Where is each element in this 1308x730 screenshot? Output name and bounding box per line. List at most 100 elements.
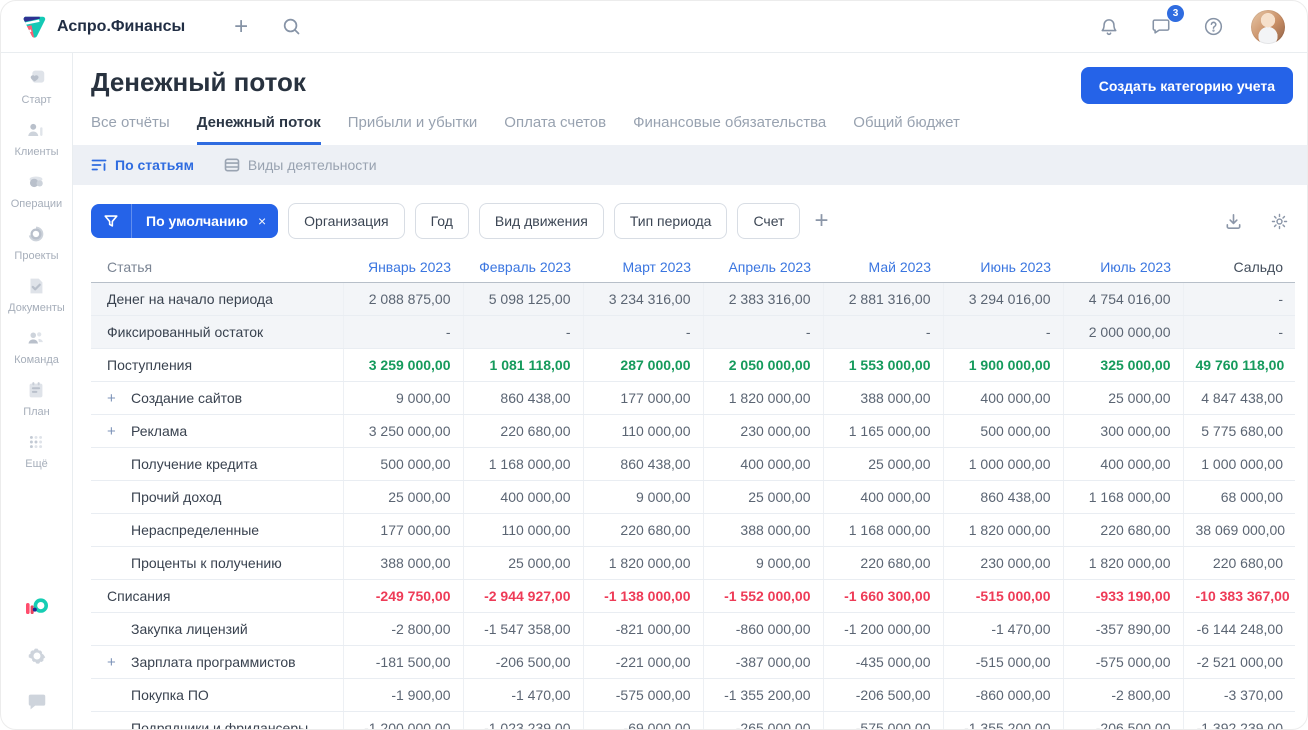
sidebar-item-label: Операции	[10, 198, 63, 210]
row-label-cell: + Зарплата программистов	[91, 645, 343, 679]
column-header-month[interactable]: Январь 2023	[343, 251, 463, 283]
value-cell: -1 470,00	[462, 678, 583, 712]
column-header-month[interactable]: Апрель 2023	[703, 251, 823, 283]
operations-icon	[25, 171, 47, 193]
app-window: Аспро.Финансы + 3 Старт Клиенты Операции…	[0, 0, 1308, 730]
value-cell: -435 000,00	[822, 645, 943, 679]
value-cell: -2 800,00	[342, 612, 463, 646]
tab-cash-flow[interactable]: Денежный поток	[196, 114, 321, 145]
row-label: Фиксированный остаток	[107, 324, 264, 340]
help-icon[interactable]	[1199, 13, 1227, 41]
row-label-cell: Списания	[91, 579, 343, 613]
tab-all-reports[interactable]: Все отчёты	[91, 114, 170, 145]
table-row: Нераспределенные 177 000,00 110 000,00 220 …	[91, 513, 1295, 547]
aspro-footer-logo-icon[interactable]	[24, 595, 50, 621]
filter-chip-organization[interactable]: Организация	[288, 203, 405, 239]
tab-budget[interactable]: Общий бюджет	[853, 114, 960, 145]
value-cell: -821 000,00	[582, 612, 703, 646]
settings-gear-icon[interactable]	[26, 645, 48, 667]
funnel-icon	[91, 204, 132, 238]
row-label-cell: Получение кредита	[91, 447, 343, 481]
value-cell: -1 200 000,00	[342, 711, 463, 729]
row-label-cell: Денег на начало периода	[91, 282, 343, 316]
subtab-label: По статьям	[115, 157, 194, 173]
row-label-cell: + Создание сайтов	[91, 381, 343, 415]
report-tabs: Все отчёты Денежный поток Прибыли и убытки…	[73, 104, 1307, 145]
value-cell: -2 944 927,00	[462, 579, 583, 613]
documents-icon	[25, 275, 47, 297]
row-label-cell: Фиксированный остаток	[91, 315, 343, 349]
sidebar-item-label: Старт	[21, 94, 52, 106]
brand[interactable]: Аспро.Финансы	[21, 14, 185, 40]
value-cell: -	[1182, 282, 1295, 316]
sidebar-item-plan[interactable]: План	[8, 379, 65, 418]
sidebar-item-projects[interactable]: Проекты	[8, 223, 65, 262]
row-label: Подрядчики и фрилансеры	[131, 720, 309, 730]
expand-plus-icon[interactable]: +	[107, 654, 131, 671]
value-cell: 1 000 000,00	[942, 447, 1063, 481]
brand-name: Аспро.Финансы	[57, 17, 186, 35]
sidebar-item-documents[interactable]: Документы	[8, 275, 65, 314]
download-icon[interactable]	[1219, 207, 1247, 235]
expand-plus-icon[interactable]: +	[107, 423, 131, 440]
subtab-activity-types[interactable]: Виды деятельности	[224, 157, 377, 173]
clear-filter-icon[interactable]: ×	[254, 213, 278, 229]
default-filter-label: По умолчанию	[146, 213, 248, 229]
filter-chip-movement-type[interactable]: Вид движения	[478, 203, 604, 239]
value-cell: 2 088 875,00	[342, 282, 463, 316]
sidebar-item-clients[interactable]: Клиенты	[8, 119, 65, 158]
sidebar-item-team[interactable]: Команда	[8, 327, 65, 366]
user-avatar[interactable]	[1251, 9, 1285, 44]
row-label-cell: + Реклама	[91, 414, 343, 448]
value-cell: 25 000,00	[342, 480, 463, 514]
value-cell: -1 023 239,00	[462, 711, 583, 729]
column-header-month[interactable]: Февраль 2023	[463, 251, 583, 283]
value-cell: -206 500,00	[1062, 711, 1183, 729]
search-icon[interactable]	[277, 13, 305, 41]
value-cell: -10 383 367,00	[1182, 579, 1295, 613]
filter-chip-account[interactable]: Счет	[737, 203, 801, 239]
value-cell: 5 098 125,00	[462, 282, 583, 316]
value-cell: 25 000,00	[822, 447, 943, 481]
create-category-button[interactable]: Создать категорию учета	[1080, 67, 1293, 104]
column-header-month[interactable]: Март 2023	[583, 251, 703, 283]
notifications-bell-icon[interactable]	[1095, 13, 1123, 41]
filter-chip-year[interactable]: Год	[414, 203, 469, 239]
column-header-article: Статья	[91, 251, 343, 283]
tab-liabilities[interactable]: Финансовые обязательства	[633, 114, 826, 145]
sidebar-item-start[interactable]: Старт	[8, 67, 65, 106]
table-settings-gear-icon[interactable]	[1265, 207, 1293, 235]
sidebar-item-more[interactable]: Ещё	[8, 431, 65, 470]
value-cell: 3 294 016,00	[942, 282, 1063, 316]
column-header-month[interactable]: Май 2023	[823, 251, 943, 283]
row-label: Зарплата программистов	[131, 653, 296, 670]
value-cell: 38 069 000,00	[1182, 513, 1295, 547]
add-icon[interactable]: +	[227, 13, 255, 41]
table-row: Закупка лицензий -2 800,00 -1 547 358,00 -8…	[91, 612, 1295, 646]
value-cell: 400 000,00	[1062, 447, 1183, 481]
filter-chip-period-type[interactable]: Тип периода	[613, 203, 728, 239]
value-cell: 9 000,00	[342, 381, 463, 415]
sidebar: Старт Клиенты Операции Проекты Документы Кома…	[1, 53, 73, 729]
value-cell: 25 000,00	[1062, 381, 1183, 415]
table-row: Списания -249 750,00 -2 944 927,00 -1 138 0…	[91, 579, 1295, 613]
tab-invoices[interactable]: Оплата счетов	[504, 114, 606, 145]
subtab-by-articles[interactable]: По статьям	[91, 157, 194, 173]
support-chat-icon[interactable]	[26, 691, 48, 713]
sidebar-item-operations[interactable]: Операции	[8, 171, 65, 210]
column-header-month[interactable]: Июль 2023	[1063, 251, 1183, 283]
row-label-cell: Поступления	[91, 348, 343, 382]
value-cell: -575 000,00	[822, 711, 943, 729]
value-cell: 9 000,00	[582, 480, 703, 514]
expand-plus-icon[interactable]: +	[107, 390, 131, 407]
value-cell: -249 750,00	[342, 579, 463, 613]
value-cell: -2 521 000,00	[1182, 645, 1295, 679]
rows-icon	[224, 158, 240, 172]
tab-profit-loss[interactable]: Прибыли и убытки	[348, 114, 478, 145]
column-header-month[interactable]: Июнь 2023	[943, 251, 1063, 283]
default-filter-pill[interactable]: По умолчанию ×	[91, 204, 279, 238]
value-cell: 1 900 000,00	[942, 348, 1063, 382]
add-filter-icon[interactable]: +	[814, 209, 828, 233]
value-cell: 1 165 000,00	[822, 414, 943, 448]
value-cell: 2 881 316,00	[822, 282, 943, 316]
